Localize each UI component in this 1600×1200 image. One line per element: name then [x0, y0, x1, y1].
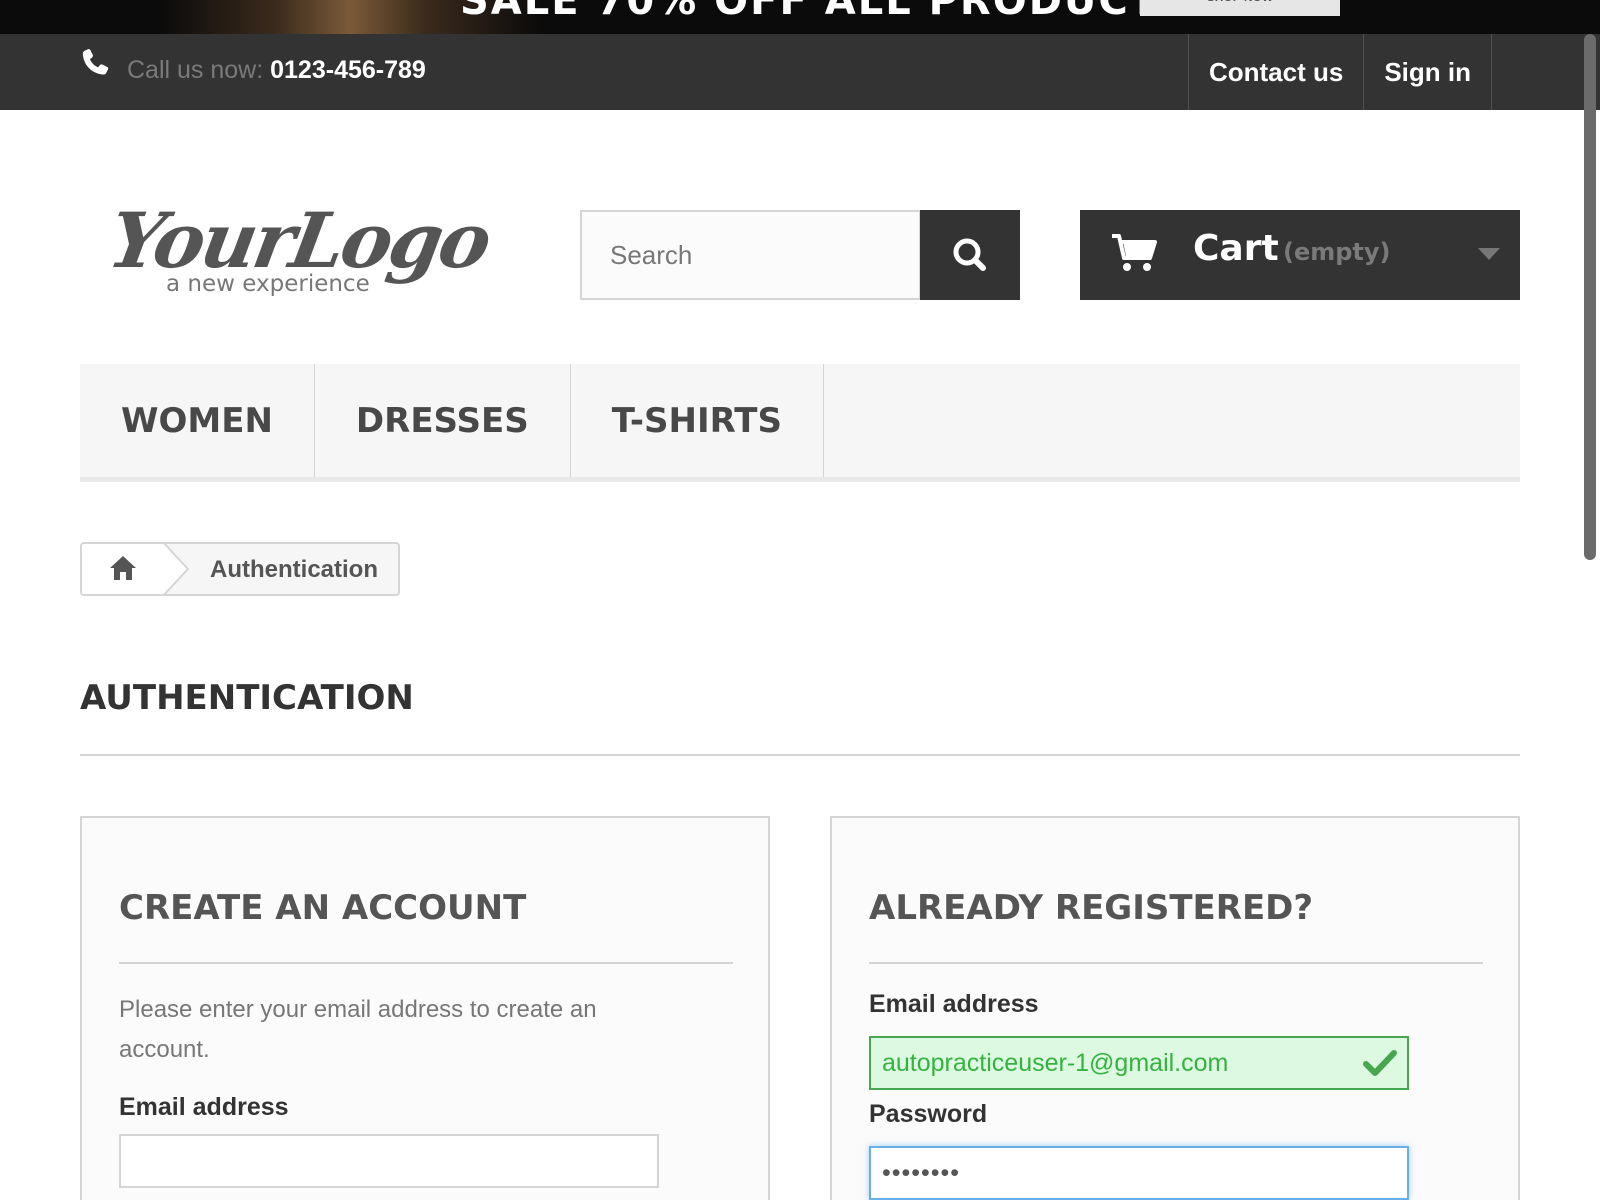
panel-divider	[869, 962, 1483, 964]
phone-icon	[82, 49, 109, 75]
page-title: AUTHENTICATION	[80, 678, 414, 718]
menu-item-women[interactable]: WOMEN	[80, 364, 315, 477]
cart-button[interactable]: Cart (empty)	[1080, 210, 1520, 300]
contact-us-link[interactable]: Contact us	[1189, 34, 1365, 110]
check-icon	[1363, 1050, 1397, 1076]
top-nav-bar: Call us now: 0123-456-789 Contact us Sig…	[0, 34, 1600, 110]
login-email-label: Email address	[869, 990, 1039, 1018]
login-heading: ALREADY REGISTERED?	[869, 888, 1314, 928]
login-email-value: autopracticeuser-1@gmail.com	[882, 1049, 1229, 1077]
title-divider	[80, 754, 1520, 756]
search-icon	[953, 238, 986, 271]
promo-banner[interactable]: SALE 70% OFF ALL PRODUCTS SHOP NOW	[0, 0, 1600, 34]
phone-number: 0123-456-789	[270, 56, 426, 84]
call-us: Call us now: 0123-456-789	[127, 56, 426, 85]
cart-icon	[1112, 234, 1157, 271]
search-button[interactable]	[920, 210, 1020, 300]
main-menu: WOMEN DRESSES T-SHIRTS	[80, 364, 1520, 482]
promo-text: SALE 70% OFF ALL PRODUCTS	[460, 0, 1190, 24]
cart-label: Cart	[1193, 228, 1279, 269]
login-email-field[interactable]: autopracticeuser-1@gmail.com	[869, 1036, 1409, 1090]
search-form: Search	[580, 210, 1020, 300]
menu-item-dresses[interactable]: DRESSES	[315, 364, 571, 477]
create-email-label: Email address	[119, 1093, 289, 1121]
logo-tagline: a new experience	[166, 271, 370, 297]
breadcrumb-separator	[144, 544, 190, 594]
site-logo[interactable]: YourLogo a new experience	[102, 196, 495, 306]
login-panel: ALREADY REGISTERED? Email address autopr…	[830, 816, 1520, 1200]
breadcrumb: Authentication	[80, 542, 400, 596]
panel-divider	[119, 962, 733, 964]
sign-in-link[interactable]: Sign in	[1364, 34, 1492, 110]
call-label: Call us now:	[127, 56, 264, 84]
search-input[interactable]: Search	[580, 210, 921, 300]
cart-state: (empty)	[1283, 238, 1391, 266]
create-account-description: Please enter your email address to creat…	[119, 996, 597, 1063]
create-account-panel: CREATE AN ACCOUNT Please enter your emai…	[80, 816, 770, 1200]
breadcrumb-current: Authentication	[210, 556, 378, 583]
create-email-field[interactable]	[119, 1134, 659, 1188]
create-account-heading: CREATE AN ACCOUNT	[119, 888, 527, 928]
login-password-field[interactable]: ••••••••	[869, 1146, 1409, 1200]
chevron-down-icon	[1478, 248, 1500, 260]
home-icon	[110, 556, 136, 580]
login-password-label: Password	[869, 1100, 988, 1128]
page-scrollbar[interactable]	[1584, 34, 1596, 560]
promo-shop-button[interactable]: SHOP NOW	[1140, 0, 1340, 16]
menu-item-tshirts[interactable]: T-SHIRTS	[571, 364, 824, 477]
header-links: Contact us Sign in	[1187, 34, 1492, 110]
